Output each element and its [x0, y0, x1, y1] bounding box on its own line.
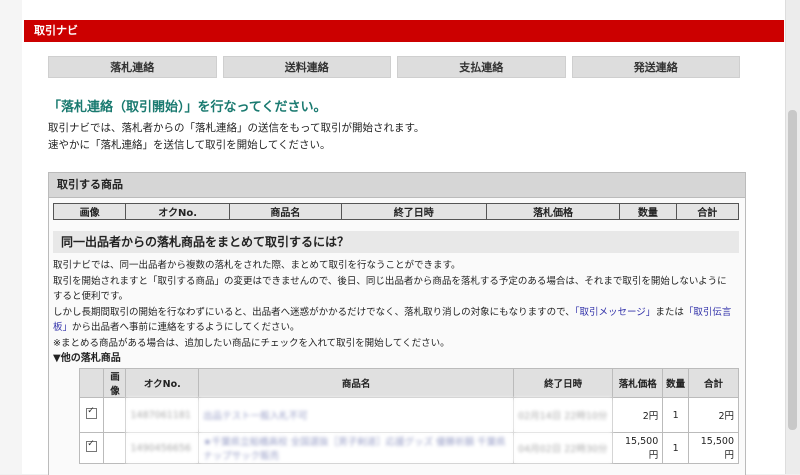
bundle-subheading: 同一出品者からの落札商品をまとめて取引するには？ [53, 231, 739, 253]
other-items-table: 画像 オクNo. 商品名 終了日時 落札価格 数量 合計 1487061181 … [78, 368, 740, 464]
vertical-scrollbar[interactable] [785, 0, 800, 474]
row-image-cell [103, 432, 127, 464]
lot-col-auction-no: オクNo. [125, 368, 200, 398]
lot-col-total: 合計 [687, 368, 740, 398]
items-header-table: 画像 オクNo. 商品名 終了日時 落札価格 数量 合計 [52, 203, 740, 220]
description-line: 速やかに「落札連絡」を送信して取引を開始してください。 [48, 139, 331, 151]
row-image-cell [103, 397, 127, 433]
row-qty: 1 [662, 397, 689, 433]
col-price: 落札価格 [485, 203, 621, 220]
col-auction-no: オクNo. [125, 203, 231, 220]
col-image: 画像 [52, 203, 127, 220]
item-checkbox[interactable] [86, 439, 98, 452]
explanation-text: しかし長期間取引の開始を行なわずにいると、出品者へ迷惑がかかるだけでなく、落札取… [53, 306, 575, 318]
lot-col-item-name: 商品名 [198, 368, 515, 398]
row-price: 2円 [612, 397, 664, 433]
page-content: 取引ナビ 落札連絡 送料連絡 支払連絡 発送連絡 「落札連絡（取引開始）」を行な… [22, 0, 784, 475]
col-qty: 数量 [619, 203, 677, 220]
step-contact: 落札連絡 [48, 56, 217, 78]
explanation-line: 取引ナビでは、同一出品者から複数の落札をされた際、まとめて取引を行なうことができ… [53, 260, 461, 271]
col-item-name: 商品名 [229, 203, 342, 220]
bundle-explanation: 取引ナビでは、同一出品者から複数の落札をされた際、まとめて取引を行なうことができ… [53, 258, 733, 351]
lot-col-check [78, 368, 105, 398]
explanation-text: から出品者へ事前に連絡をするようにしてください。 [72, 322, 300, 333]
explanation-line: 取引を開始されますと「取引する商品」の変更はできませんので、後日、同じ出品者から… [53, 275, 727, 287]
step-payment: 支払連絡 [397, 56, 566, 78]
explanation-line: すると便利です。 [53, 291, 129, 302]
row-total: 2円 [687, 397, 740, 433]
row-price: 15,500円 [612, 432, 664, 464]
row-qty: 1 [662, 432, 689, 464]
description: 取引ナビでは、落札者からの「落札連絡」の送信をもって取引が開始されます。 速やか… [48, 120, 424, 154]
panel-title: 取引する商品 [49, 173, 745, 198]
step-dispatch: 発送連絡 [571, 56, 740, 78]
col-end-date: 終了日時 [340, 203, 487, 220]
row-auction-no: 1490456656 [125, 432, 200, 464]
note-line: ※まとめる商品がある場合は、追加したい商品にチェックを入れて取引を開始してくださ… [53, 337, 450, 349]
explanation-text: または [655, 306, 684, 318]
section-heading: 「落札連絡（取引開始）」を行なってください。 [48, 100, 327, 115]
explanation-line: 板」から出品者へ事前に連絡をするようにしてください。 [53, 320, 733, 336]
browser-frame: 取引ナビ 落札連絡 送料連絡 支払連絡 発送連絡 「落札連絡（取引開始）」を行な… [0, 0, 800, 475]
explanation-line: しかし長期間取引の開始を行なわずにいると、出品者へ迷惑がかかるだけでなく、落札取… [53, 305, 733, 321]
lot-col-price: 落札価格 [612, 368, 664, 398]
lot-col-image: 画像 [103, 368, 127, 398]
table-row: 1487061181 出品テスト一般入札不可 02月14日 22時10分 2円 … [78, 397, 740, 433]
row-end-date: 04月02日 22時30分 [513, 432, 614, 464]
trade-message-link[interactable]: 「取引メッセージ」 [575, 307, 656, 318]
col-total: 合計 [675, 203, 740, 220]
items-panel: 取引する商品 画像 オクNo. 商品名 終了日時 落札価格 数量 合計 同一出品… [48, 172, 746, 475]
scrollbar-thumb[interactable] [788, 110, 797, 430]
row-end-date: 02月14日 22時10分 [513, 397, 614, 433]
trade-board-link[interactable]: 「取引伝言 [684, 307, 732, 318]
item-checkbox[interactable] [86, 406, 98, 419]
row-total: 15,500円 [687, 432, 740, 464]
row-item-link[interactable]: ★千葉県立船橋高校 全国選抜［男子剣道］応援グッズ 優勝祈願 千葉県ナップサック… [198, 432, 515, 464]
left-margin [0, 0, 22, 474]
step-shipping-fee: 送料連絡 [222, 56, 391, 78]
table-row: 1490456656 ★千葉県立船橋高校 全国選抜［男子剣道］応援グッズ 優勝祈… [78, 432, 740, 464]
description-line: 取引ナビでは、落札者からの「落札連絡」の送信をもって取引が開始されます。 [48, 122, 425, 134]
lot-col-qty: 数量 [662, 368, 689, 398]
progress-steps: 落札連絡 送料連絡 支払連絡 発送連絡 [48, 56, 740, 78]
row-item-link[interactable]: 出品テスト一般入札不可 [198, 397, 515, 433]
page-title-bar: 取引ナビ [24, 20, 784, 42]
trade-board-link-cont[interactable]: 板」 [53, 322, 72, 333]
lot-col-end-date: 終了日時 [513, 368, 614, 398]
row-auction-no: 1487061181 [125, 397, 200, 433]
row-check-cell [78, 432, 105, 464]
other-items-label: ▼他の落札商品 [53, 353, 121, 364]
row-check-cell [78, 397, 105, 433]
